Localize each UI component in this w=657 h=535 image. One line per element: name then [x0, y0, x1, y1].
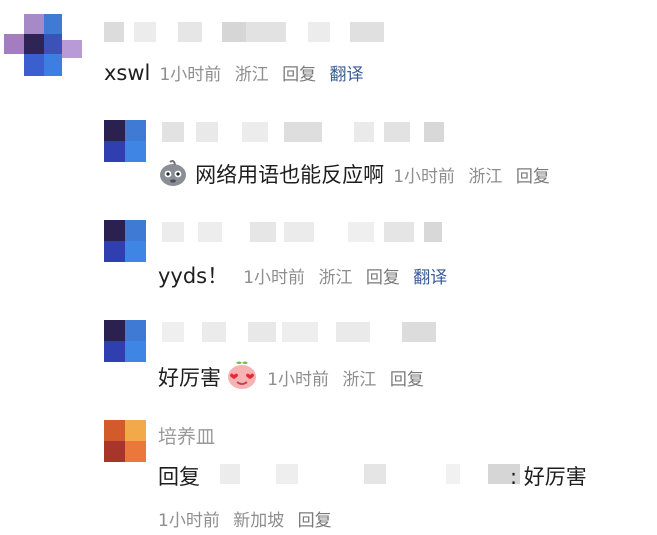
comment-time: 1小时前: [159, 65, 222, 85]
reply-location: 浙江: [318, 268, 353, 288]
comment-body: xswl 1小时前 浙江 回复 翻译: [104, 60, 372, 85]
username-redacted: [162, 222, 452, 242]
reply-prefix: 回复: [158, 465, 200, 489]
reply-button[interactable]: 回复: [282, 65, 316, 85]
reply-button[interactable]: 回复: [516, 167, 550, 187]
translate-button[interactable]: 翻译: [413, 268, 447, 288]
reply-location: 新加坡: [233, 511, 285, 531]
reply-body: 网络用语也能反应啊 1小时前 浙江 回复: [158, 159, 558, 189]
avatar[interactable]: [104, 220, 146, 262]
reply-text: 好厉害: [158, 366, 221, 390]
username-redacted: [162, 322, 452, 342]
reply-meta: 1小时前 新加坡 回复: [158, 506, 340, 531]
reply-button[interactable]: 回复: [298, 511, 332, 531]
avatar[interactable]: [104, 420, 146, 462]
reply-location: 浙江: [468, 167, 503, 187]
sweat-face-icon: [160, 160, 186, 186]
reply-location: 浙江: [342, 370, 377, 390]
username-redacted: [162, 122, 452, 142]
reply-button[interactable]: 回复: [366, 268, 400, 288]
reply-text: 网络用语也能反应啊: [195, 163, 385, 187]
reply-time: 1小时前: [158, 511, 220, 531]
avatar[interactable]: [104, 320, 146, 362]
reply-body: 好厉害 1小时前 浙江 回复: [158, 360, 432, 392]
comment-location: 浙江: [234, 65, 269, 85]
reply-button[interactable]: 回复: [390, 370, 424, 390]
reply-header: 培养皿: [158, 422, 215, 449]
translate-button[interactable]: 翻译: [330, 65, 364, 85]
reply-body: 回复 : 好厉害: [158, 461, 638, 489]
avatar[interactable]: [104, 120, 146, 162]
reply-body: yyds！ 1小时前 浙江 回复 翻译: [158, 260, 455, 290]
reply-text: : 好厉害: [510, 465, 587, 489]
reply-time: 1小时前: [267, 370, 330, 390]
mentioned-username-redacted: [220, 464, 520, 486]
reply-text: yyds！: [158, 264, 229, 288]
comment-text: xswl: [104, 61, 151, 85]
username-redacted: [104, 22, 394, 42]
reply-time: 1小时前: [393, 167, 456, 187]
heart-eyes-peach-icon: [228, 361, 257, 389]
reply-time: 1小时前: [243, 268, 306, 288]
avatar[interactable]: [0, 14, 90, 84]
username[interactable]: 培养皿: [158, 426, 215, 448]
